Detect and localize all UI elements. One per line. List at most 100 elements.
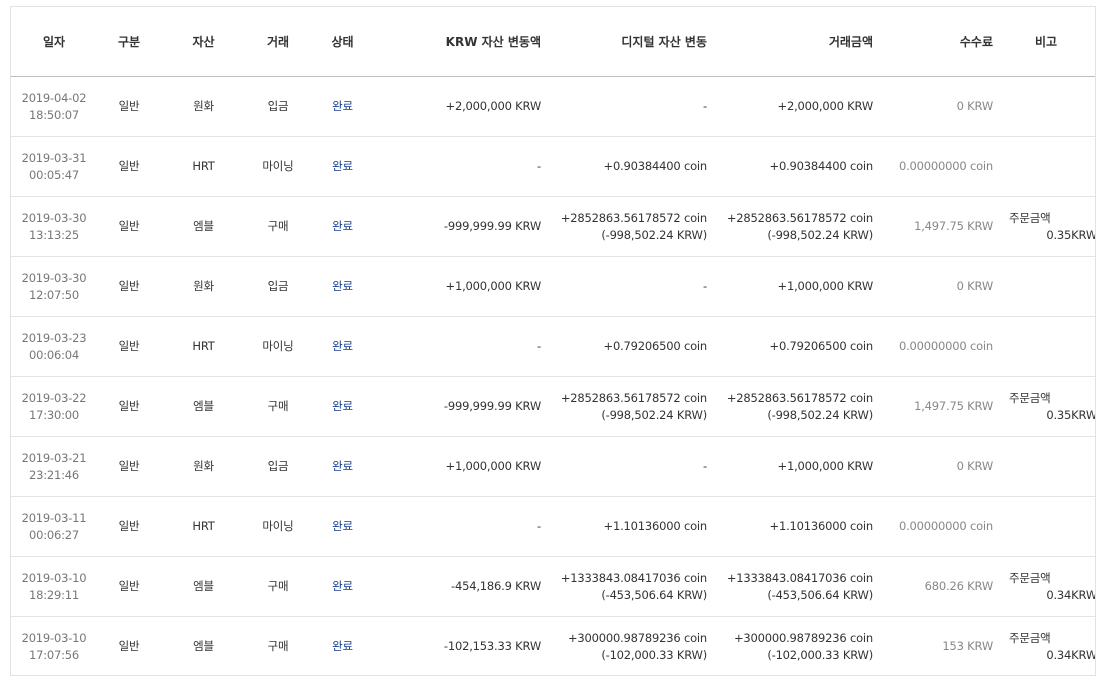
cell-trade: 구매 — [246, 376, 310, 437]
cell-krw-change: -102,153.33 KRW — [375, 616, 543, 675]
cell-fee: 153 KRW — [875, 616, 995, 675]
cell-fee: 1,497.75 KRW — [875, 376, 995, 437]
cell-status: 완료 — [310, 136, 375, 197]
digital-change-line-1: +0.79206500 coin — [603, 339, 708, 353]
cell-date: 2019-03-30 13:13:25 — [11, 196, 97, 257]
time-text: 23:21:46 — [28, 467, 80, 482]
cell-note — [995, 316, 1095, 377]
cell-digital-change: +2852863.56178572 coin (-998,502.24 KRW) — [543, 376, 709, 437]
cell-date: 2019-03-31 00:05:47 — [11, 136, 97, 197]
transaction-history-table-container: 일자 구분 자산 거래 상태 KRW 자산 변동액 디지털 자산 변동 거래금액… — [10, 6, 1096, 676]
cell-category: 일반 — [97, 616, 161, 675]
table-row: 2019-03-23 00:06:04 일반 HRT 마이닝 완료 - +0.79… — [11, 316, 1095, 377]
cell-asset: 엠블 — [161, 616, 246, 675]
cell-date: 2019-03-23 00:06:04 — [11, 316, 97, 377]
header-status: 상태 — [310, 7, 375, 77]
trade-amount-line-1: +1,000,000 KRW — [777, 279, 874, 293]
digital-change-line-1: - — [703, 99, 707, 113]
note-amount: 0.35KRW — [1046, 227, 1096, 242]
cell-krw-change: -999,999.99 KRW — [375, 376, 543, 437]
cell-digital-change: +0.90384400 coin — [543, 136, 709, 197]
trade-amount-line-1: +1,000,000 KRW — [777, 459, 874, 473]
table-row: 2019-03-31 00:05:47 일반 HRT 마이닝 완료 - +0.90… — [11, 136, 1095, 197]
cell-status: 완료 — [310, 616, 375, 675]
cell-category: 일반 — [97, 76, 161, 137]
time-text: 13:13:25 — [28, 227, 80, 242]
cell-trade-amount: +1,000,000 KRW — [709, 256, 875, 317]
trade-amount-line-1: +0.90384400 coin — [769, 159, 874, 173]
note-amount: 0.35KRW — [1046, 407, 1096, 422]
table-row: 2019-03-21 23:21:46 일반 원화 입금 완료 +1,000,00… — [11, 436, 1095, 497]
time-text: 17:30:00 — [28, 407, 80, 422]
note-amount: 0.34KRW — [1046, 647, 1096, 662]
transaction-history-table: 일자 구분 자산 거래 상태 KRW 자산 변동액 디지털 자산 변동 거래금액… — [11, 7, 1096, 675]
digital-change-line-2: (-998,502.24 KRW) — [601, 227, 707, 242]
digital-change-line-1: +1.10136000 coin — [603, 519, 708, 533]
cell-category: 일반 — [97, 496, 161, 557]
table-row: 2019-03-30 13:13:25 일반 엠블 구매 완료 -999,999.… — [11, 196, 1096, 257]
cell-note — [995, 256, 1095, 317]
cell-category: 일반 — [97, 376, 161, 437]
date-text: 2019-03-31 — [21, 150, 87, 165]
cell-trade-amount: +300000.98789236 coin (-102,000.33 KRW) — [709, 616, 875, 675]
date-text: 2019-04-02 — [21, 90, 87, 105]
header-trade: 거래 — [246, 7, 310, 77]
cell-category: 일반 — [97, 316, 161, 377]
cell-date: 2019-03-10 18:29:11 — [11, 556, 97, 617]
cell-trade-amount: +2852863.56178572 coin (-998,502.24 KRW) — [709, 196, 875, 257]
cell-asset: HRT — [161, 316, 246, 377]
cell-trade-amount: +1333843.08417036 coin (-453,506.64 KRW) — [709, 556, 875, 617]
cell-fee: 0.00000000 coin — [875, 496, 995, 557]
time-text: 18:50:07 — [28, 107, 80, 122]
digital-change-line-1: - — [703, 459, 707, 473]
cell-note: 주문금액 0.34KRW — [995, 556, 1095, 617]
trade-amount-line-1: +1333843.08417036 coin — [726, 570, 873, 585]
digital-change-line-2: (-102,000.33 KRW) — [601, 647, 707, 662]
cell-trade: 구매 — [246, 556, 310, 617]
table-header-row: 일자 구분 자산 거래 상태 KRW 자산 변동액 디지털 자산 변동 거래금액… — [11, 7, 1095, 77]
cell-status: 완료 — [310, 196, 375, 257]
trade-amount-line-1: +2852863.56178572 coin — [726, 210, 873, 225]
digital-change-line-2: (-453,506.64 KRW) — [601, 587, 707, 602]
cell-krw-change: -999,999.99 KRW — [375, 196, 543, 257]
date-text: 2019-03-30 — [21, 210, 87, 225]
cell-note: 주문금액 0.35KRW — [995, 196, 1096, 257]
date-text: 2019-03-10 — [21, 570, 87, 585]
digital-change-line-1: +2852863.56178572 coin — [560, 210, 707, 225]
cell-category: 일반 — [97, 136, 161, 197]
cell-asset: HRT — [161, 496, 246, 557]
cell-note — [995, 136, 1095, 197]
trade-amount-line-1: +1.10136000 coin — [769, 519, 874, 533]
cell-fee: 0 KRW — [875, 256, 995, 317]
table-row: 2019-03-10 17:07:56 일반 엠블 구매 완료 -102,153.… — [11, 616, 1096, 675]
cell-note: 주문금액 0.34KRW — [995, 616, 1096, 675]
header-date: 일자 — [11, 7, 97, 77]
table-body: 2019-04-02 18:50:07 일반 원화 입금 완료 +2,000,00… — [11, 76, 1096, 675]
date-text: 2019-03-30 — [21, 270, 87, 285]
cell-trade-amount: +0.79206500 coin — [709, 316, 875, 377]
cell-trade-amount: +2,000,000 KRW — [709, 76, 875, 137]
cell-date: 2019-03-22 17:30:00 — [11, 376, 97, 437]
cell-digital-change: +1.10136000 coin — [543, 496, 709, 557]
time-text: 18:29:11 — [28, 587, 80, 602]
cell-digital-change: - — [543, 76, 709, 137]
date-text: 2019-03-21 — [21, 450, 87, 465]
cell-trade-amount: +0.90384400 coin — [709, 136, 875, 197]
cell-status: 완료 — [310, 556, 375, 617]
date-text: 2019-03-11 — [21, 510, 87, 525]
note-label: 주문금액 — [1009, 630, 1051, 645]
cell-note — [995, 436, 1095, 497]
digital-change-line-2: (-998,502.24 KRW) — [601, 407, 707, 422]
cell-asset: 엠블 — [161, 196, 246, 257]
cell-date: 2019-03-30 12:07:50 — [11, 256, 97, 317]
digital-change-line-1: +2852863.56178572 coin — [560, 390, 707, 405]
cell-digital-change: +300000.98789236 coin (-102,000.33 KRW) — [543, 616, 709, 675]
time-text: 00:06:04 — [28, 347, 80, 362]
cell-note — [995, 76, 1095, 137]
cell-fee: 0.00000000 coin — [875, 136, 995, 197]
cell-trade: 입금 — [246, 76, 310, 137]
table-row: 2019-03-11 00:06:27 일반 HRT 마이닝 완료 - +1.10… — [11, 496, 1095, 557]
trade-amount-line-1: +2852863.56178572 coin — [726, 390, 873, 405]
cell-trade: 구매 — [246, 196, 310, 257]
cell-status: 완료 — [310, 496, 375, 557]
